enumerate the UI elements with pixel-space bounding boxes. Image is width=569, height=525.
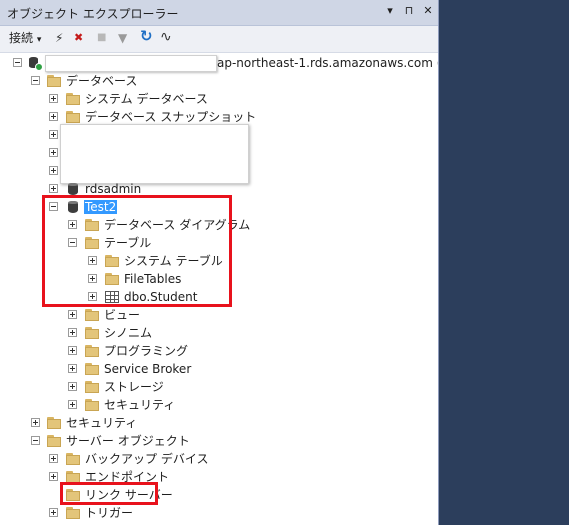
expand-icon[interactable] bbox=[49, 508, 58, 517]
tree-node-system-databases[interactable]: システム データベース bbox=[0, 90, 438, 108]
object-explorer-panel: オブジェクト エクスプローラー ▾ ⊓ ✕ 接続 ▾ ⚡ ✖ ■ ▼ ↻ ∿ a… bbox=[0, 0, 439, 525]
expand-icon[interactable] bbox=[68, 310, 77, 319]
expand-icon[interactable] bbox=[68, 364, 77, 373]
folder-icon bbox=[84, 398, 100, 412]
node-label: セキュリティ bbox=[66, 416, 138, 430]
database-icon bbox=[65, 182, 81, 196]
collapse-icon[interactable] bbox=[31, 436, 40, 445]
connect-plug-icon[interactable]: ⚡ bbox=[55, 30, 63, 46]
tree-node-security[interactable]: セキュリティ bbox=[0, 414, 438, 432]
node-label: シノニム bbox=[104, 326, 153, 340]
tree-node-synonyms[interactable]: シノニム bbox=[0, 324, 438, 342]
folder-icon bbox=[84, 326, 100, 340]
node-label: ビュー bbox=[104, 308, 141, 322]
node-label: プログラミング bbox=[104, 344, 189, 358]
stop-icon[interactable]: ■ bbox=[97, 30, 106, 46]
folder-icon bbox=[84, 362, 100, 376]
disconnect-icon[interactable]: ✖ bbox=[74, 30, 83, 46]
pin-icon[interactable]: ⊓ bbox=[403, 4, 415, 17]
folder-icon bbox=[65, 452, 81, 466]
node-label: セキュリティ bbox=[104, 398, 176, 412]
tree-node-server-objects[interactable]: サーバー オブジェクト bbox=[0, 432, 438, 450]
collapse-icon[interactable] bbox=[31, 76, 40, 85]
node-label: トリガー bbox=[85, 506, 134, 520]
object-tree: ap-northeast-1.rds.amazonaws.com (SQL デー… bbox=[0, 52, 438, 525]
folder-icon bbox=[84, 308, 100, 322]
dropdown-icon[interactable]: ▾ bbox=[384, 4, 396, 17]
node-label: データベース bbox=[66, 74, 138, 88]
folder-icon bbox=[65, 110, 81, 124]
connect-label: 接続 bbox=[9, 31, 34, 45]
expand-icon[interactable] bbox=[68, 400, 77, 409]
node-label: データベース スナップショット bbox=[85, 110, 257, 124]
folder-icon bbox=[65, 92, 81, 106]
filter-icon[interactable]: ▼ bbox=[118, 30, 127, 46]
tree-node-storage[interactable]: ストレージ bbox=[0, 378, 438, 396]
tree-node-backup-devices[interactable]: バックアップ デバイス bbox=[0, 450, 438, 468]
server-name: ap-northeast-1.rds.amazonaws.com (SQL bbox=[217, 56, 438, 70]
node-label: サーバー オブジェクト bbox=[66, 434, 190, 448]
tree-node-db-security[interactable]: セキュリティ bbox=[0, 396, 438, 414]
folder-icon bbox=[84, 380, 100, 394]
redacted-server-name bbox=[45, 55, 217, 72]
collapse-icon[interactable] bbox=[13, 58, 22, 67]
tree-node-views[interactable]: ビュー bbox=[0, 306, 438, 324]
panel-title-controls: ▾ ⊓ ✕ bbox=[384, 4, 434, 17]
node-label: システム データベース bbox=[85, 92, 208, 106]
highlight-box-test2 bbox=[42, 195, 232, 307]
explorer-toolbar: 接続 ▾ ⚡ ✖ ■ ▼ ↻ ∿ bbox=[0, 26, 438, 53]
activity-monitor-icon[interactable]: ∿ bbox=[160, 29, 172, 45]
expand-icon[interactable] bbox=[49, 130, 58, 139]
highlight-box-linked-servers bbox=[60, 482, 158, 505]
panel-title: オブジェクト エクスプローラー bbox=[7, 7, 179, 21]
tree-node-service-broker[interactable]: Service Broker bbox=[0, 360, 438, 378]
expand-icon[interactable] bbox=[31, 418, 40, 427]
tree-node-programming[interactable]: プログラミング bbox=[0, 342, 438, 360]
node-label: バックアップ デバイス bbox=[85, 452, 209, 466]
folder-icon bbox=[46, 74, 62, 88]
expand-icon[interactable] bbox=[68, 346, 77, 355]
tree-node-databases[interactable]: データベース bbox=[0, 72, 438, 90]
expand-icon[interactable] bbox=[49, 454, 58, 463]
folder-icon bbox=[46, 434, 62, 448]
folder-icon bbox=[84, 344, 100, 358]
redacted-area bbox=[60, 124, 249, 184]
refresh-icon[interactable]: ↻ bbox=[140, 28, 153, 44]
folder-icon bbox=[46, 416, 62, 430]
connect-button[interactable]: 接続 ▾ bbox=[9, 30, 41, 48]
expand-icon[interactable] bbox=[49, 184, 58, 193]
tree-node-triggers[interactable]: トリガー bbox=[0, 504, 438, 522]
close-icon[interactable]: ✕ bbox=[422, 4, 434, 17]
expand-icon[interactable] bbox=[49, 472, 58, 481]
chevron-down-icon: ▾ bbox=[36, 35, 42, 45]
expand-icon[interactable] bbox=[49, 166, 58, 175]
expand-icon[interactable] bbox=[68, 328, 77, 337]
server-icon bbox=[27, 56, 43, 71]
folder-icon bbox=[65, 506, 81, 520]
node-label: Service Broker bbox=[104, 362, 192, 376]
panel-title-bar: オブジェクト エクスプローラー ▾ ⊓ ✕ bbox=[0, 0, 438, 26]
expand-icon[interactable] bbox=[49, 94, 58, 103]
expand-icon[interactable] bbox=[49, 112, 58, 121]
expand-icon[interactable] bbox=[49, 148, 58, 157]
expand-icon[interactable] bbox=[68, 382, 77, 391]
node-label: rdsadmin bbox=[85, 182, 142, 196]
node-label: ストレージ bbox=[104, 380, 164, 394]
